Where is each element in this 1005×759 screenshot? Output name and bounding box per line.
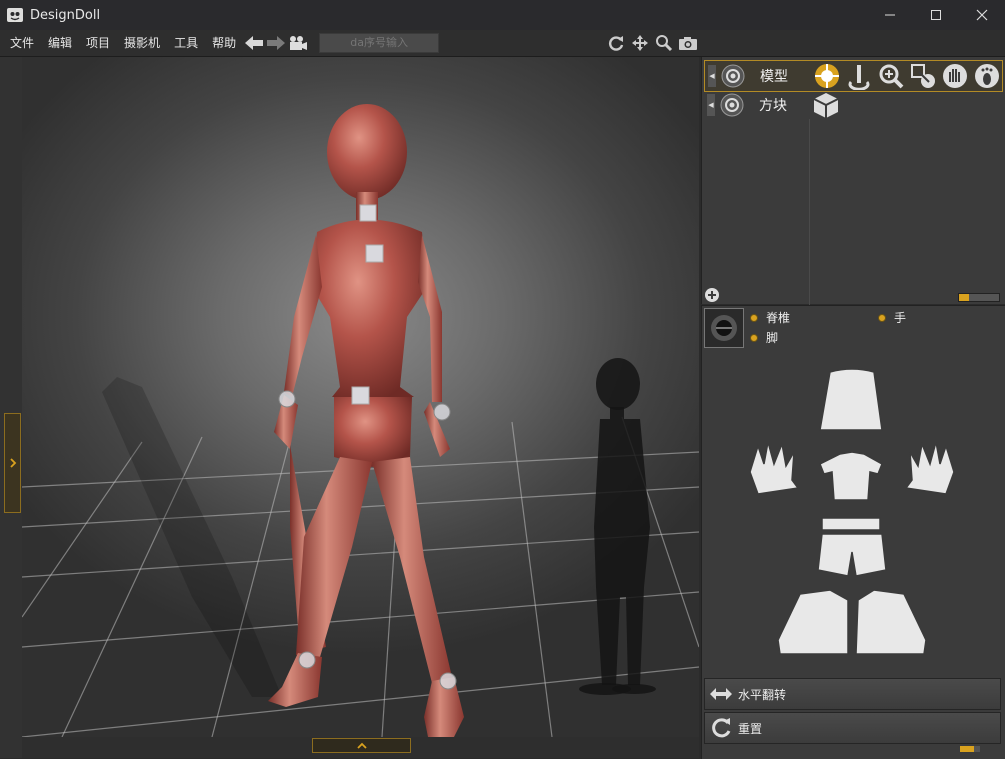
visibility-icon[interactable] (719, 92, 745, 118)
scale-icon (911, 64, 935, 88)
move-icon (632, 35, 648, 51)
arrow-left-icon (245, 36, 264, 50)
expand-bottom-panel-button[interactable] (312, 738, 411, 753)
camera-record-button[interactable] (287, 32, 309, 54)
zoom-view-button[interactable] (653, 32, 675, 54)
chevron-right-icon (9, 458, 16, 468)
menu-file[interactable]: 文件 (3, 30, 41, 56)
menu-bar: 文件 编辑 项目 摄影机 工具 帮助 (0, 30, 1005, 57)
cube-tool[interactable] (811, 90, 841, 120)
cube-icon (813, 93, 839, 118)
menu-camera[interactable]: 摄影机 (117, 30, 167, 56)
radio-foot[interactable]: 脚 (750, 329, 778, 346)
layer-panel: ◀ 模型 ◀ 方块 (701, 57, 1005, 347)
close-button[interactable] (959, 0, 1005, 30)
maximize-button[interactable] (913, 0, 959, 30)
reference-silhouette (579, 358, 656, 695)
radio-label: 手 (894, 311, 907, 325)
head-part[interactable] (819, 368, 883, 431)
maximize-icon (931, 10, 941, 20)
legs-part[interactable] (817, 533, 887, 577)
menu-tools[interactable]: 工具 (167, 30, 205, 56)
radio-dot (750, 333, 758, 342)
panel-scrollbar[interactable] (960, 746, 980, 752)
flip-label: 水平翻转 (738, 687, 787, 702)
radio-label: 脚 (766, 331, 779, 345)
doll-cast-shadow (102, 377, 282, 697)
bottom-panel-strip (22, 737, 699, 758)
collapse-toggle[interactable]: ◀ (707, 94, 715, 116)
layer-row-model[interactable]: ◀ 模型 (704, 60, 1003, 92)
minimize-icon (885, 14, 895, 16)
close-icon (976, 9, 988, 21)
radio-hand[interactable]: 手 (878, 309, 906, 326)
part-selector-panel: 脊椎 手 脚 水平翻转 重置 (701, 305, 1005, 759)
zoom-in-icon (879, 64, 904, 89)
magnifier-icon (656, 35, 673, 52)
layer-scrollbar[interactable] (958, 293, 1000, 302)
layer-row-block[interactable]: ◀ 方块 (704, 90, 1001, 120)
camera-icon (679, 37, 697, 50)
doll-model (268, 104, 464, 737)
left-hand-part[interactable] (749, 441, 800, 495)
screenshot-button[interactable] (677, 32, 699, 54)
foot-icon (975, 64, 999, 88)
reset-button[interactable]: 重置 (704, 712, 1001, 744)
menu-project[interactable]: 项目 (79, 30, 117, 56)
layer-label: 方块 (759, 98, 787, 114)
body-part-icon (711, 315, 737, 341)
part-thumbnail[interactable] (704, 308, 744, 348)
undo-button[interactable] (243, 32, 265, 54)
scene-canvas (22, 104, 699, 737)
target-icon (815, 64, 839, 88)
flip-arrows-icon (710, 688, 732, 700)
app-logo-icon (7, 8, 23, 22)
right-hand-part[interactable] (904, 441, 955, 495)
hand-tool[interactable] (940, 61, 970, 91)
title-bar: DesignDoll (0, 0, 1005, 30)
rotate-axis-icon (848, 65, 870, 90)
redo-button[interactable] (265, 32, 287, 54)
menu-edit[interactable]: 编辑 (41, 30, 79, 56)
radio-dot (750, 313, 758, 322)
scale-tool[interactable] (908, 61, 938, 91)
visibility-icon[interactable] (720, 63, 746, 89)
expand-left-panel-button[interactable] (4, 413, 21, 513)
arrow-right-icon (267, 36, 286, 50)
select-all-tool[interactable] (812, 61, 842, 91)
3d-viewport[interactable] (22, 57, 699, 737)
radio-dot (878, 313, 886, 322)
radio-label: 脊椎 (766, 311, 791, 325)
reset-label: 重置 (738, 721, 763, 736)
pan-view-button[interactable] (629, 32, 651, 54)
add-layer-icon[interactable] (704, 287, 720, 303)
zoom-tool[interactable] (876, 61, 906, 91)
pelvis-part[interactable] (821, 517, 881, 531)
rotate-icon (609, 36, 624, 51)
window-title: DesignDoll (30, 7, 101, 23)
rotate-tool[interactable] (844, 61, 874, 91)
minimize-button[interactable] (867, 0, 913, 30)
radio-spine[interactable]: 脊椎 (750, 309, 790, 326)
left-panel-strip (0, 57, 23, 758)
torso-part[interactable] (819, 451, 883, 501)
reset-icon (712, 718, 731, 738)
foot-tool[interactable] (972, 61, 1002, 91)
hand-icon (943, 64, 967, 88)
collapse-toggle[interactable]: ◀ (708, 65, 716, 87)
layer-label: 模型 (760, 69, 788, 85)
flip-horizontal-button[interactable]: 水平翻转 (704, 678, 1001, 710)
body-part-map (702, 354, 1005, 678)
chevron-up-icon (356, 742, 367, 749)
left-foot-part[interactable] (777, 589, 849, 655)
right-foot-part[interactable] (855, 589, 927, 655)
movie-camera-icon (290, 36, 308, 50)
rotate-view-button[interactable] (605, 32, 627, 54)
menu-help[interactable]: 帮助 (205, 30, 243, 56)
search-input[interactable] (319, 33, 440, 53)
